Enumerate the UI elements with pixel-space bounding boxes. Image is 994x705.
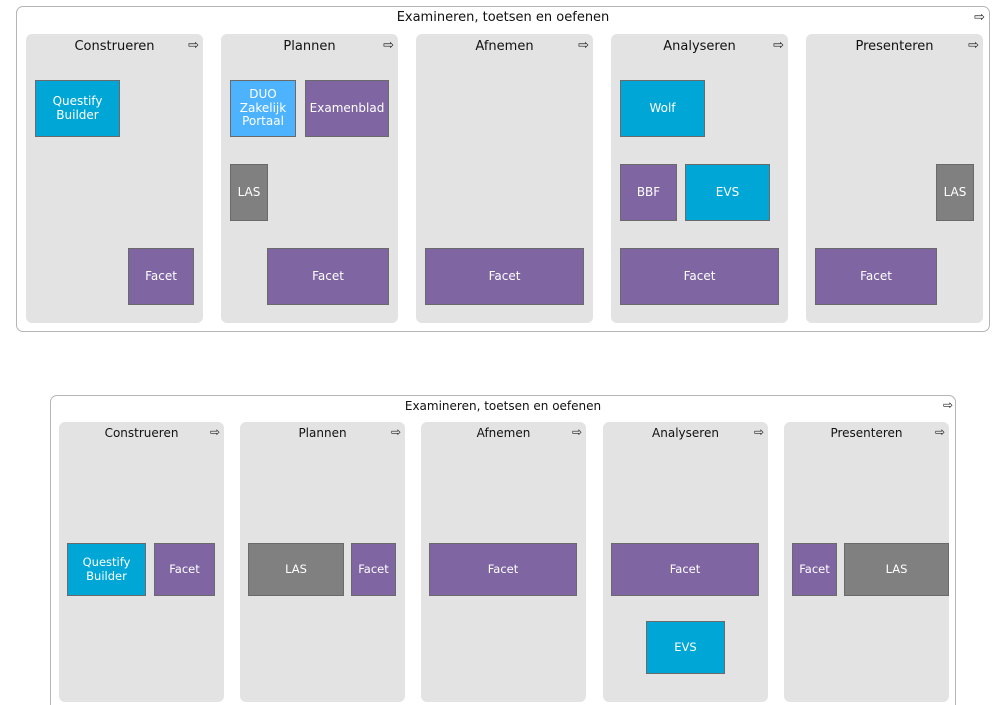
right-arrow-icon: ⇨	[968, 38, 979, 53]
column-analyseren: Analyseren ⇨ Wolf BBF EVS Facet	[611, 34, 788, 323]
column-afnemen: Afnemen ⇨ Facet	[416, 34, 593, 323]
box-facet: Facet	[611, 543, 759, 596]
box-wolf: Wolf	[620, 80, 705, 137]
box-facet: Facet	[425, 248, 584, 305]
box-label: Facet	[487, 561, 519, 576]
box-evs: EVS	[646, 621, 725, 674]
box-label: LAS	[943, 184, 967, 199]
box-facet: Facet	[267, 248, 389, 305]
box-label: Facet	[799, 561, 830, 576]
column-title: Afnemen	[476, 426, 531, 440]
right-arrow-icon: ⇨	[188, 38, 199, 53]
diagram-1: Examineren, toetsen en oefenen ⇨ Constru…	[16, 6, 990, 332]
box-las: LAS	[248, 543, 344, 596]
box-facet: Facet	[154, 543, 215, 596]
box-facet: Facet	[815, 248, 937, 305]
column-construeren: Construeren ⇨ Questify Builder Facet	[26, 34, 203, 323]
right-arrow-icon: ⇨	[390, 425, 401, 439]
column-title: Plannen	[298, 426, 347, 440]
box-label: Facet	[145, 268, 177, 283]
right-arrow-icon: ⇨	[753, 425, 764, 439]
box-label: LAS	[237, 184, 261, 199]
box-label: Facet	[169, 561, 200, 576]
box-label: Questify Builder	[82, 555, 131, 583]
right-arrow-icon: ⇨	[383, 38, 394, 53]
right-arrow-icon: ⇨	[773, 38, 784, 53]
column-title: Construeren	[74, 39, 155, 54]
box-label: Facet	[683, 268, 716, 283]
box-facet: Facet	[620, 248, 779, 305]
box-label: BBF	[636, 184, 661, 199]
box-label: Facet	[312, 268, 344, 283]
box-label: Facet	[669, 561, 701, 576]
diagram-title: Examineren, toetsen en oefenen	[404, 399, 602, 413]
column-title: Afnemen	[475, 39, 534, 54]
box-facet: Facet	[429, 543, 577, 596]
box-las: LAS	[230, 164, 268, 221]
box-label: LAS	[885, 561, 908, 576]
right-arrow-icon: ⇨	[209, 425, 220, 439]
box-bbf: BBF	[620, 164, 677, 221]
column-title: Analyseren	[652, 426, 719, 440]
column-construeren: Construeren ⇨ Questify Builder Facet	[59, 422, 224, 702]
column-title: Analyseren	[663, 39, 736, 54]
column-title: Presenteren	[830, 426, 903, 440]
box-evs: EVS	[685, 164, 770, 221]
box-label: Facet	[488, 268, 521, 283]
box-las: LAS	[844, 543, 949, 596]
box-duo-zakelijk-portaal: DUO Zakelijk Portaal	[230, 80, 296, 137]
right-arrow-icon: ⇨	[942, 398, 953, 412]
box-examenblad: Examenblad	[305, 80, 389, 137]
box-label: EVS	[715, 184, 740, 199]
column-plannen: Plannen ⇨ LAS Facet	[240, 422, 405, 702]
column-title: Plannen	[283, 39, 336, 54]
column-presenteren: Presenteren ⇨ LAS Facet	[806, 34, 983, 323]
box-label: Questify Builder	[52, 93, 103, 122]
box-label: EVS	[674, 639, 697, 654]
box-label: Examenblad	[309, 100, 385, 115]
column-plannen: Plannen ⇨ DUO Zakelijk Portaal Examenbla…	[221, 34, 398, 323]
box-facet: Facet	[351, 543, 396, 596]
right-arrow-icon: ⇨	[974, 10, 985, 25]
column-title: Presenteren	[855, 39, 934, 54]
box-label: DUO Zakelijk Portaal	[239, 86, 287, 129]
column-presenteren: Presenteren ⇨ Facet LAS	[784, 422, 949, 702]
box-facet: Facet	[792, 543, 837, 596]
box-questify-builder: Questify Builder	[67, 543, 146, 596]
box-label: Wolf	[649, 100, 676, 115]
right-arrow-icon: ⇨	[571, 425, 582, 439]
column-afnemen: Afnemen ⇨ Facet	[421, 422, 586, 702]
column-analyseren: Analyseren ⇨ Facet EVS	[603, 422, 768, 702]
box-label: LAS	[285, 561, 307, 576]
box-questify-builder: Questify Builder	[35, 80, 120, 137]
box-las: LAS	[936, 164, 974, 221]
right-arrow-icon: ⇨	[934, 425, 945, 439]
box-facet: Facet	[128, 248, 194, 305]
box-label: Facet	[358, 561, 389, 576]
diagram-2: Examineren, toetsen en oefenen ⇨ Constru…	[50, 395, 956, 705]
right-arrow-icon: ⇨	[578, 38, 589, 53]
column-title: Construeren	[104, 426, 179, 440]
diagram-title: Examineren, toetsen en oefenen	[396, 10, 610, 25]
box-label: Facet	[860, 268, 892, 283]
